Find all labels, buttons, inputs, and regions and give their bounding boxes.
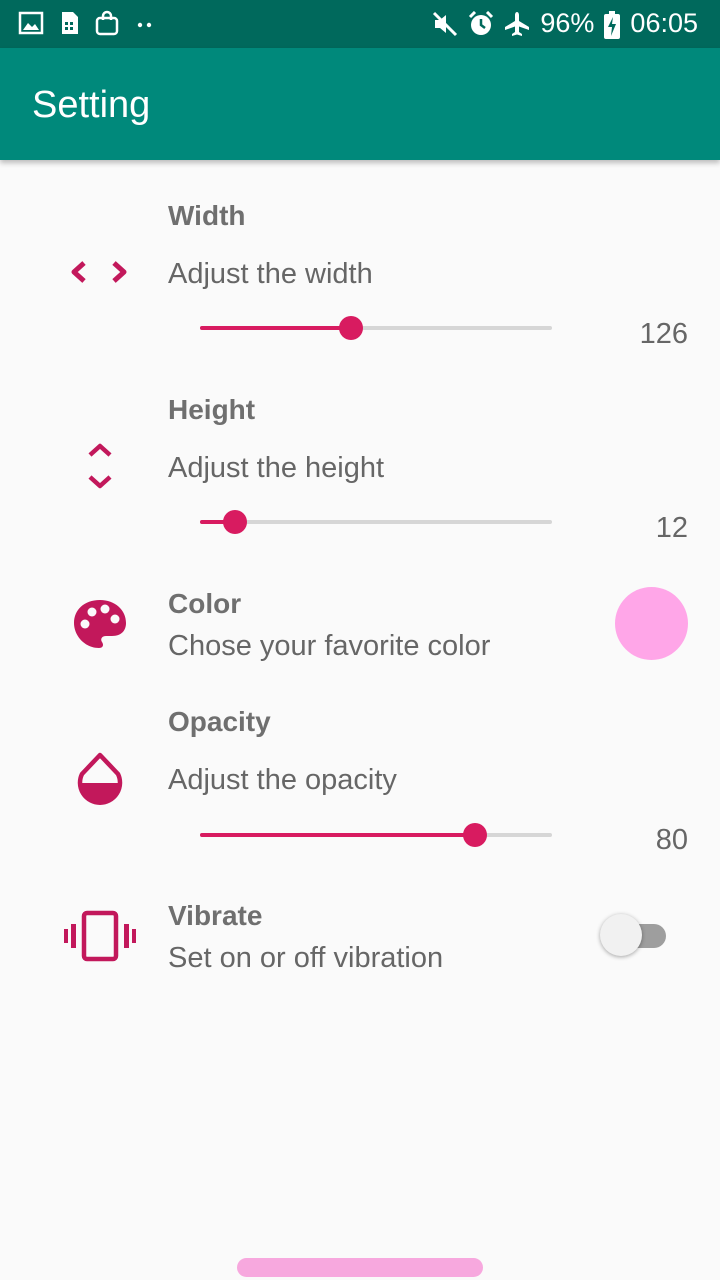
color-title: Color [168, 588, 242, 619]
clock: 06:05 [630, 8, 698, 38]
airplane-mode-icon [504, 11, 530, 37]
height-slider-thumb[interactable] [223, 510, 248, 534]
vibrate-subtitle: Set on or off vibration [168, 942, 444, 974]
app-bar: Setting [0, 48, 720, 160]
height-slider[interactable] [200, 510, 552, 534]
width-slider[interactable] [200, 316, 552, 340]
palette-icon [72, 598, 128, 655]
opacity-slider-fill [200, 833, 475, 837]
setting-opacity: Opacity Adjust the opacity 80 [0, 696, 720, 866]
vibration-icon [62, 910, 138, 967]
setting-width: Width Adjust the width 126 [0, 190, 720, 370]
height-subtitle: Adjust the height [168, 452, 385, 484]
vibrate-toggle-thumb[interactable] [600, 914, 642, 956]
setting-height: Height Adjust the height 12 [0, 384, 720, 564]
height-slider-track [200, 520, 552, 524]
more-dots-icon [132, 10, 158, 36]
unfold-icon [86, 442, 114, 495]
alarm-icon [468, 10, 494, 37]
width-title: Width [168, 200, 246, 231]
width-value: 126 [639, 318, 688, 350]
setting-color[interactable]: Color Chose your favorite color [0, 578, 720, 678]
setting-vibrate: Vibrate Set on or off vibration [0, 890, 720, 990]
height-value: 12 [655, 512, 688, 544]
navigation-handle[interactable] [237, 1258, 483, 1277]
battery-charging-icon [604, 10, 621, 39]
shopping-bag-icon [94, 10, 120, 36]
sim-icon [56, 10, 82, 36]
battery-percent: 96% [540, 8, 595, 38]
width-subtitle: Adjust the width [168, 258, 373, 290]
opacity-subtitle: Adjust the opacity [168, 764, 397, 796]
page-title: Setting [32, 84, 151, 126]
opacity-value: 80 [655, 824, 688, 856]
status-bar-system: 96% 06:05 [432, 8, 698, 39]
color-subtitle: Chose your favorite color [168, 630, 491, 662]
status-bar-notifications [18, 10, 158, 36]
vibrate-toggle[interactable] [600, 914, 668, 958]
width-slider-thumb[interactable] [339, 316, 364, 340]
mute-icon [432, 11, 458, 37]
color-swatch[interactable] [615, 587, 688, 660]
opacity-title: Opacity [168, 706, 271, 737]
opacity-slider-thumb[interactable] [462, 823, 487, 847]
height-title: Height [168, 394, 256, 425]
gallery-icon [18, 10, 44, 36]
opacity-icon [74, 752, 126, 813]
vibrate-title: Vibrate [168, 900, 263, 931]
code-arrows-icon [70, 260, 128, 289]
status-bar: 96% 06:05 [0, 0, 720, 48]
opacity-slider[interactable] [200, 823, 552, 847]
width-slider-fill [200, 326, 352, 330]
